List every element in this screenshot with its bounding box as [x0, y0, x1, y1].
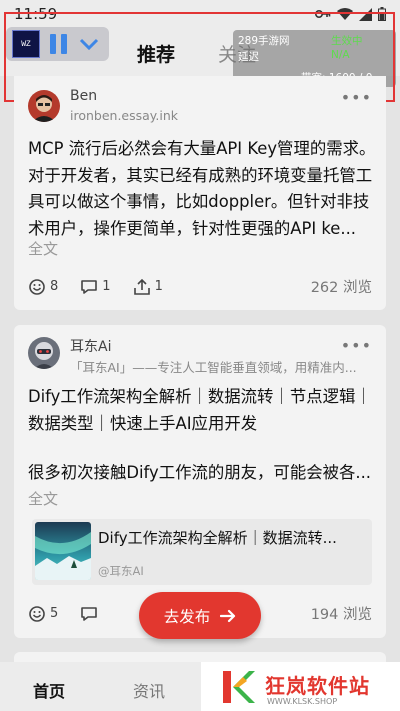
overlay-latency-label: 延迟: [238, 51, 259, 63]
view-count: 194 浏览: [310, 607, 372, 623]
author-name[interactable]: Ben: [70, 88, 97, 104]
share-icon: [133, 278, 150, 295]
publish-label: 去发布: [163, 607, 211, 626]
author-subtitle: 「耳东AI」——专注人工智能垂直领域，用精准内...: [70, 360, 357, 375]
key-icon: [315, 10, 331, 18]
overlay-latency-value: N/A: [331, 49, 350, 61]
author-subtitle: ironben.essay.ink: [70, 108, 179, 123]
full-text-link[interactable]: 全文: [28, 488, 58, 509]
like-button[interactable]: 8: [28, 278, 58, 296]
comment-icon: [81, 279, 98, 294]
watermark-url: WWW.KLSK.SHOP: [267, 697, 338, 706]
status-bar: 11:59: [0, 0, 400, 28]
like-count: 8: [50, 279, 59, 294]
avatar[interactable]: [28, 337, 60, 369]
watermark-name: 狂岚软件站: [265, 674, 370, 698]
share-button[interactable]: 1: [133, 278, 163, 296]
watermark: 狂岚软件站 WWW.KLSK.SHOP: [201, 662, 400, 711]
more-icon[interactable]: •••: [341, 88, 372, 107]
more-icon[interactable]: •••: [341, 336, 372, 355]
comment-button[interactable]: [80, 605, 98, 623]
status-icons: [315, 7, 386, 21]
chevron-down-icon[interactable]: [79, 38, 99, 50]
view-count: 262 浏览: [310, 280, 372, 296]
author-name[interactable]: 耳东Ai: [70, 336, 111, 356]
tab-recommend[interactable]: 推荐: [137, 40, 175, 67]
share-count: 1: [154, 279, 163, 294]
watermark-logo-icon: [223, 671, 255, 703]
overlay-game: 289手游网: [238, 35, 290, 47]
post-card-partial: [14, 652, 386, 662]
comment-icon: [81, 606, 98, 621]
nav-home[interactable]: 首页: [33, 678, 65, 702]
link-title: Dify工作流架构全解析｜数据流转...: [98, 529, 337, 547]
publish-button[interactable]: 去发布: [139, 592, 261, 639]
wifi-icon: [337, 7, 353, 20]
comment-button[interactable]: 1: [80, 278, 111, 296]
link-thumbnail: [35, 522, 91, 580]
battery-icon: [378, 7, 386, 21]
post-text-continued[interactable]: 很多初次接触Dify工作流的朋友，可能会被各...: [28, 460, 380, 487]
link-preview-card[interactable]: Dify工作流架构全解析｜数据流转... @耳东AI: [32, 519, 372, 585]
recorder-logo: WZ: [12, 30, 40, 58]
full-text-link[interactable]: 全文: [28, 238, 58, 259]
like-count: 5: [50, 606, 59, 621]
like-icon: [29, 605, 45, 622]
signal-icon: [359, 7, 372, 21]
arrow-right-icon: [220, 609, 236, 622]
avatar[interactable]: [28, 90, 60, 122]
overlay-state: 生效中: [331, 35, 363, 47]
like-button[interactable]: 5: [28, 605, 58, 623]
like-icon: [29, 278, 45, 295]
recorder-control: WZ: [6, 27, 109, 61]
link-source: @耳东AI: [98, 564, 144, 578]
pause-icon[interactable]: [50, 34, 67, 54]
comment-count: 1: [102, 279, 111, 294]
post-text[interactable]: Dify工作流架构全解析｜数据流转｜节点逻辑｜数据类型｜快速上手AI应用开发: [28, 384, 380, 437]
status-time: 11:59: [14, 5, 58, 23]
nav-news[interactable]: 资讯: [133, 678, 165, 702]
post-card[interactable]: Ben ironben.essay.ink ••• MCP 流行后必然会有大量A…: [14, 76, 386, 310]
post-actions: 8 1 1 262 浏览: [28, 276, 372, 297]
post-text[interactable]: MCP 流行后必然会有大量API Key管理的需求。对于开发者，其实已经有成熟的…: [28, 136, 380, 242]
